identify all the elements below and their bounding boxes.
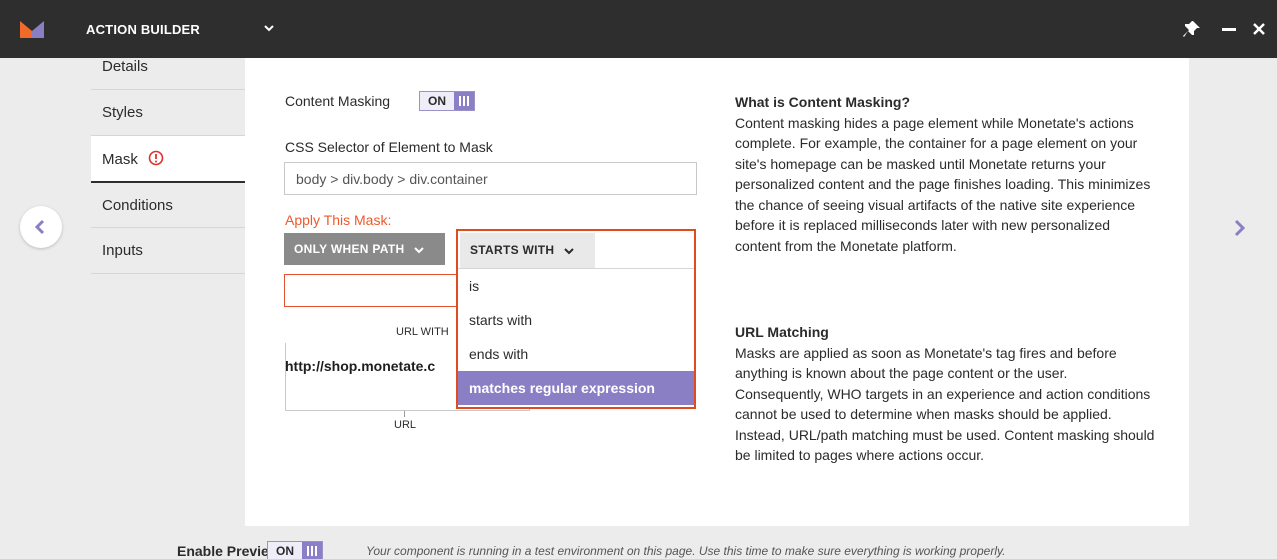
tab-conditions[interactable]: Conditions [91, 183, 245, 228]
app-title: ACTION BUILDER [86, 22, 201, 37]
option-is[interactable]: is [458, 269, 694, 303]
tab-styles[interactable]: Styles [91, 90, 245, 136]
chevron-down-icon[interactable] [262, 21, 276, 35]
minimize-icon[interactable] [1222, 28, 1236, 31]
tab-inputs[interactable]: Inputs [91, 228, 245, 274]
preview-note: Your component is running in a test envi… [366, 544, 1006, 558]
option-ends-with[interactable]: ends with [458, 337, 694, 371]
toggle-state: ON [276, 544, 294, 558]
path-condition-label: ONLY WHEN PATH [294, 242, 405, 256]
apply-mask-label: Apply This Mask: [285, 212, 392, 228]
tab-label: Inputs [102, 242, 143, 259]
tab-label: Conditions [102, 197, 173, 214]
match-type-label: STARTS WITH [470, 243, 555, 257]
close-icon[interactable] [1252, 22, 1266, 36]
toggle-grip-icon [302, 542, 322, 559]
alert-circle-icon [148, 150, 164, 166]
chevron-down-icon [564, 248, 574, 255]
content-masking-toggle[interactable]: ON [419, 91, 475, 111]
tab-details[interactable]: Details [91, 58, 245, 90]
content-masking-label: Content Masking [285, 93, 391, 109]
toggle-grip-icon [454, 92, 474, 110]
match-type-dropdown: STARTS WITH is starts with ends with mat… [456, 229, 696, 409]
help-heading: URL Matching [735, 324, 829, 340]
option-starts-with[interactable]: starts with [458, 303, 694, 337]
enable-preview-toggle[interactable]: ON [267, 541, 323, 559]
match-type-options: is starts with ends with matches regular… [458, 268, 694, 405]
tab-mask[interactable]: Mask [91, 136, 245, 183]
path-condition-button[interactable]: ONLY WHEN PATH [284, 233, 445, 265]
tab-label: Details [102, 58, 148, 75]
css-selector-input[interactable]: body > div.body > div.container [284, 162, 697, 195]
help-body: Content masking hides a page element whi… [735, 114, 1151, 254]
help-content-masking: What is Content Masking? Content masking… [735, 92, 1155, 256]
help-body: Masks are applied as soon as Monetate's … [735, 344, 1155, 464]
tab-label: Mask [102, 151, 138, 168]
option-matches-regex[interactable]: matches regular expression [458, 371, 694, 405]
url-with-label: URL WITH [396, 326, 449, 338]
section-tabs: Details Styles Mask Conditions Inputs [91, 58, 245, 526]
enable-preview-label: Enable Preview [177, 543, 280, 559]
url-tick-mark [404, 411, 405, 417]
next-chevron-right-icon[interactable] [1230, 218, 1250, 238]
match-type-button[interactable]: STARTS WITH [460, 233, 595, 268]
pin-icon[interactable] [1183, 20, 1201, 38]
monetate-logo-icon [20, 21, 44, 38]
toggle-state: ON [428, 94, 446, 108]
chevron-down-icon [414, 247, 424, 254]
top-bar: ACTION BUILDER [0, 0, 1277, 58]
chevron-left-icon [34, 219, 45, 235]
css-selector-label: CSS Selector of Element to Mask [285, 139, 493, 155]
url-preview-value: http://shop.monetate.c [285, 358, 436, 374]
previous-button[interactable] [20, 206, 62, 248]
help-heading: What is Content Masking? [735, 94, 910, 110]
help-url-matching: URL Matching Masks are applied as soon a… [735, 322, 1155, 466]
tab-label: Styles [102, 104, 143, 121]
url-axis-label: URL [394, 419, 417, 431]
path-value-input[interactable] [284, 274, 464, 307]
